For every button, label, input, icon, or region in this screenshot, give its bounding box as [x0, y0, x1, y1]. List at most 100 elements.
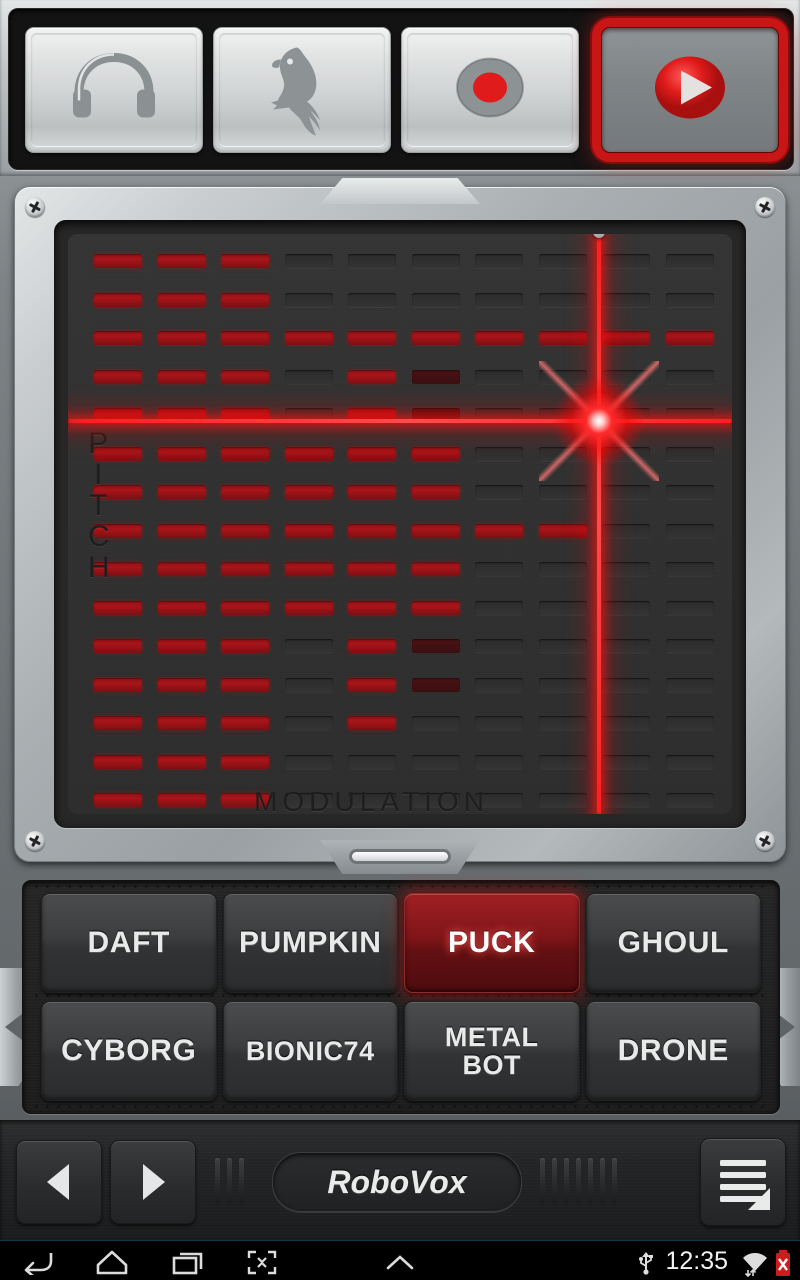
led-cell [602, 254, 650, 268]
crosshair-vertical-beam [597, 234, 601, 814]
led-cell [475, 447, 523, 461]
led-cell [539, 254, 587, 268]
led-cell [348, 524, 396, 538]
led-cell [221, 447, 269, 461]
preset-label: GHOUL [618, 927, 729, 959]
panel-handle[interactable] [352, 852, 448, 861]
record-button[interactable] [401, 27, 579, 153]
back-icon[interactable] [20, 1249, 56, 1280]
led-cell [94, 678, 142, 692]
next-preset-button[interactable] [110, 1140, 196, 1224]
led-cell [221, 639, 269, 653]
led-cell [348, 331, 396, 345]
led-cell [221, 562, 269, 576]
led-cell [158, 254, 206, 268]
preset-button-bionic74[interactable]: BIONIC74 [223, 1001, 399, 1101]
led-cell [285, 331, 333, 345]
led-cell [285, 678, 333, 692]
led-cell [602, 755, 650, 769]
led-cell [666, 485, 714, 499]
led-cell [158, 678, 206, 692]
preset-button-daft[interactable]: DAFT [41, 893, 217, 993]
led-cell [158, 755, 206, 769]
app-title-pill[interactable]: RoboVox [272, 1152, 522, 1212]
led-cell [666, 447, 714, 461]
screenshot-icon[interactable] [244, 1249, 280, 1280]
led-cell [475, 293, 523, 307]
led-cell [348, 254, 396, 268]
preset-button-ghoul[interactable]: GHOUL [586, 893, 762, 993]
parrot-button[interactable] [213, 27, 391, 153]
led-cell [158, 293, 206, 307]
led-cell [539, 562, 587, 576]
led-cell [666, 716, 714, 730]
led-cell [412, 524, 460, 538]
parrot-icon [259, 40, 345, 141]
led-cell [666, 293, 714, 307]
robovox-app: PITCH MODULATION [0, 0, 800, 1280]
led-cell [666, 678, 714, 692]
preset-button-puck[interactable]: PUCK [404, 893, 580, 993]
led-cell [539, 331, 587, 345]
led-cell [412, 562, 460, 576]
led-cell [412, 601, 460, 615]
led-cell [475, 639, 523, 653]
menu-button[interactable] [700, 1138, 786, 1226]
led-cell [158, 601, 206, 615]
led-cell [602, 562, 650, 576]
led-cell [602, 601, 650, 615]
xy-touch-field[interactable]: PITCH MODULATION [68, 234, 732, 814]
screw-top-left [25, 197, 45, 217]
led-cell [412, 639, 460, 653]
led-cell [285, 755, 333, 769]
led-cell [94, 755, 142, 769]
preset-panel: DAFT PUMPKIN PUCK GHOUL CYBORGBIONIC74METALB… [22, 880, 780, 1114]
led-cell [221, 370, 269, 384]
preset-label: DAFT [88, 927, 170, 959]
led-cell [666, 639, 714, 653]
led-cell [221, 716, 269, 730]
led-cell [285, 447, 333, 461]
home-icon[interactable] [94, 1249, 130, 1280]
led-cell [221, 293, 269, 307]
led-cell [539, 524, 587, 538]
led-cell [348, 639, 396, 653]
preset-button-cyborg[interactable]: CYBORG [41, 1001, 217, 1101]
led-cell [539, 639, 587, 653]
usb-icon [636, 1249, 656, 1280]
led-cell [221, 678, 269, 692]
led-cell [285, 716, 333, 730]
led-cell [94, 716, 142, 730]
led-cell [158, 793, 206, 807]
next-arrow-icon [778, 1014, 795, 1040]
preset-button-pumpkin[interactable]: PUMPKIN [223, 893, 399, 993]
led-cell [539, 793, 587, 807]
preset-label: PUCK [448, 927, 535, 959]
monitor-button[interactable] [25, 27, 203, 153]
led-cell [412, 716, 460, 730]
preset-button-drone[interactable]: DRONE [586, 1001, 762, 1101]
led-cell [158, 485, 206, 499]
led-cell [285, 639, 333, 653]
android-navigation-bar: 12:35 [0, 1240, 800, 1280]
recents-icon[interactable] [170, 1249, 206, 1280]
led-cell [602, 639, 650, 653]
transport-bar [0, 0, 800, 176]
bottom-toolbar: RoboVox [0, 1120, 800, 1240]
preset-button-metal-bot[interactable]: METALBOT [404, 1001, 580, 1101]
led-cell [158, 370, 206, 384]
rivet-row-bottom [31, 1105, 771, 1108]
led-cell [412, 447, 460, 461]
led-cell [348, 678, 396, 692]
led-cell [539, 678, 587, 692]
play-button[interactable] [601, 27, 779, 153]
transport-bar-inner [8, 8, 794, 170]
grip-ridges-right [540, 1158, 617, 1204]
crosshair-center-dot [554, 376, 644, 466]
led-cell [475, 331, 523, 345]
led-cell [348, 755, 396, 769]
led-cell [285, 793, 333, 807]
previous-preset-button[interactable] [16, 1140, 102, 1224]
chevron-up-icon[interactable] [382, 1249, 418, 1280]
xy-screen: PITCH MODULATION [54, 220, 746, 828]
